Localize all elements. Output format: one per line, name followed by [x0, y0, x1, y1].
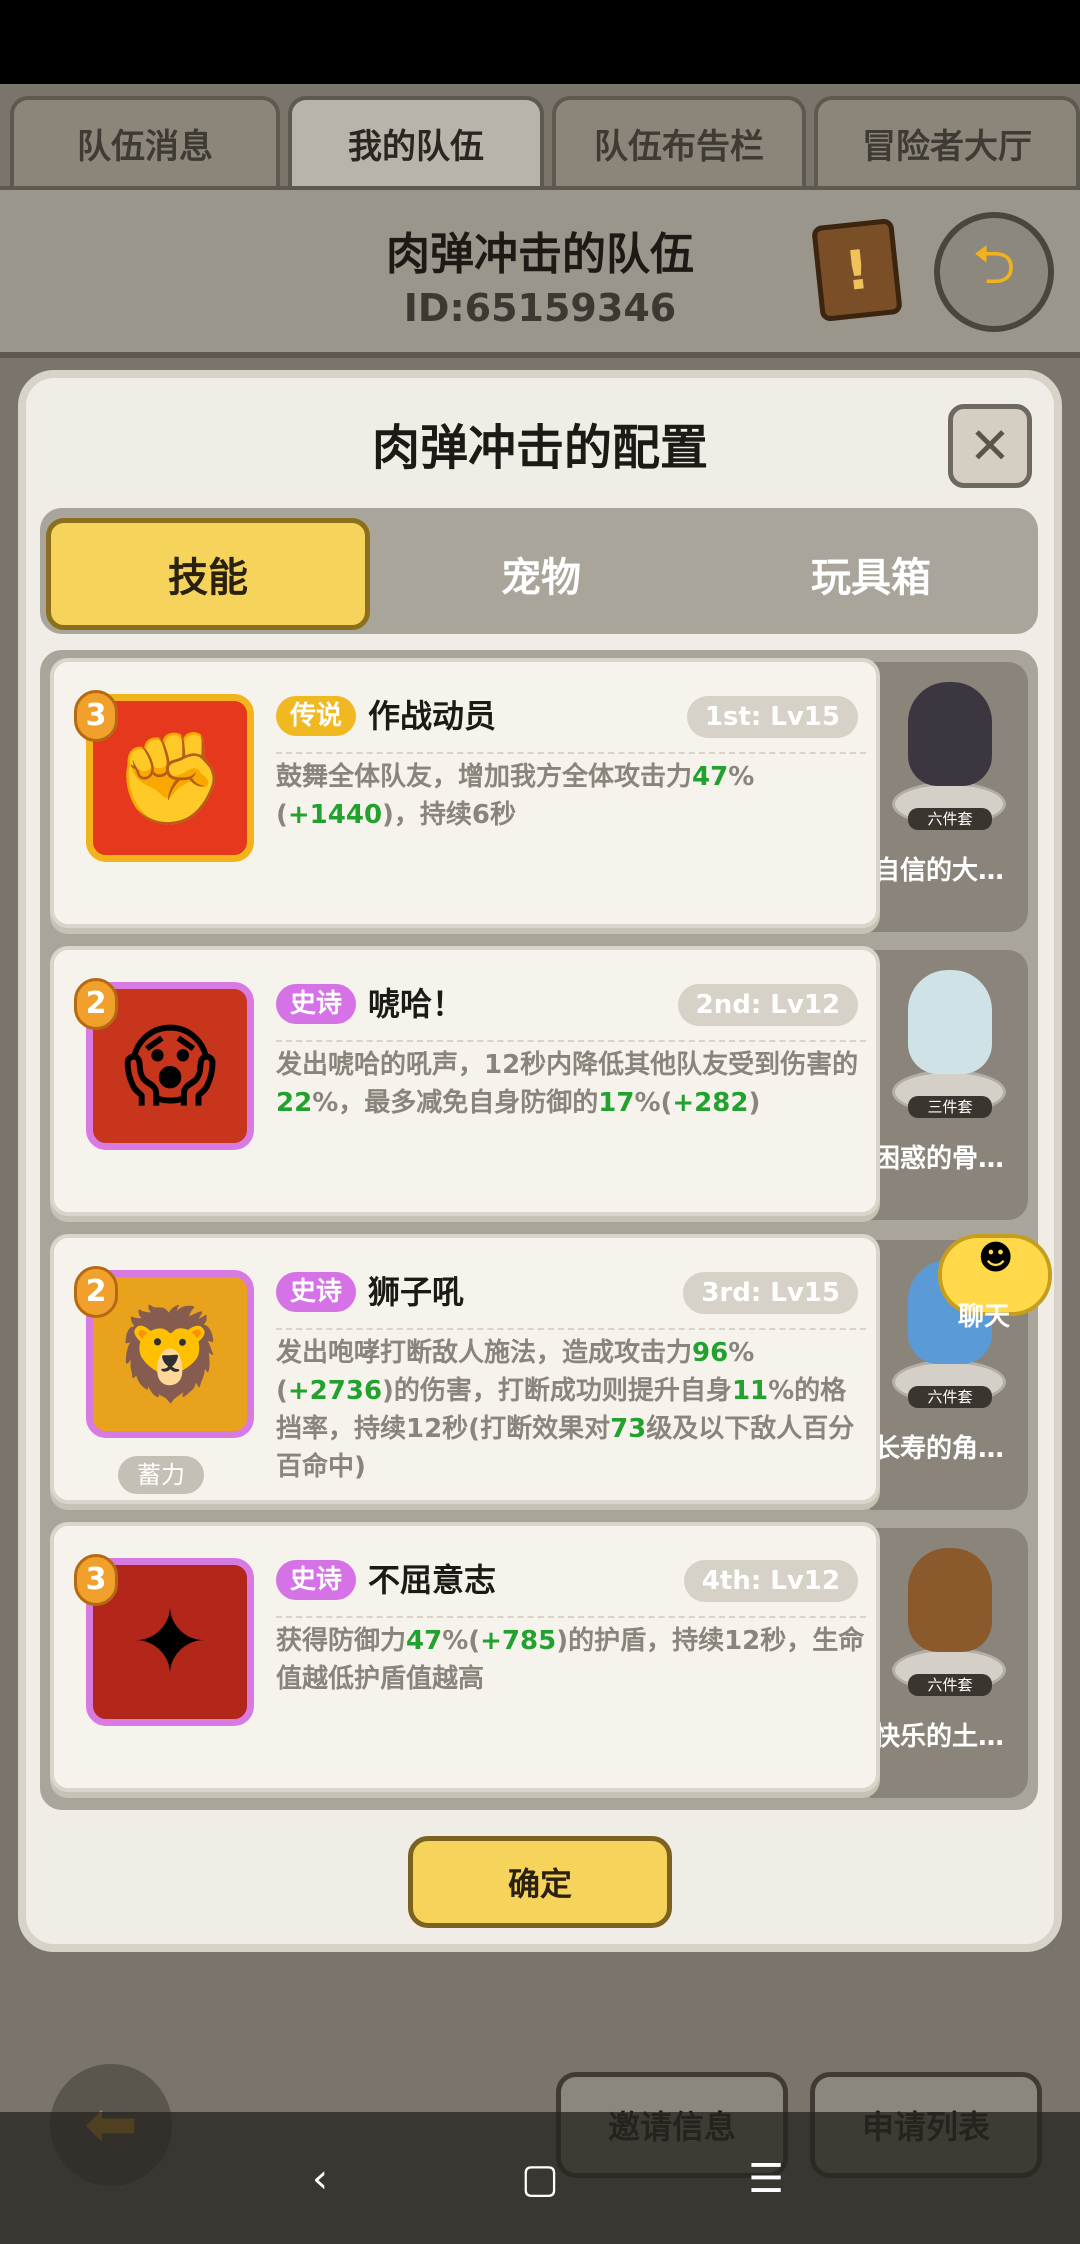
rarity-badge: 史诗 [276, 1272, 357, 1312]
pet-name: 困惑的骨… [874, 1144, 1005, 1174]
skill-level-badge: 2 [74, 1266, 118, 1318]
skill-card-1[interactable]: ✊ 3 传说 作战动员 1st: Lv15 鼓舞全体队友，增加我方全体攻击力47… [50, 658, 880, 928]
skill-level-badge: 3 [74, 1554, 118, 1606]
skill-level-badge: 3 [74, 690, 118, 742]
rarity-badge: 传说 [276, 696, 357, 736]
rarity-badge: 史诗 [276, 984, 357, 1024]
pet-figure [908, 970, 992, 1074]
skill-slot: 2nd: Lv12 [677, 984, 858, 1026]
skill-card-2[interactable]: 😱 2 史诗 唬哈！ 2nd: Lv12 发出唬哈的吼声，12秒内降低其他队友受… [50, 946, 880, 1216]
status-bar [0, 0, 1080, 84]
pet-set-badge: 三件套 [908, 1096, 992, 1118]
skill-slot: 3rd: Lv15 [683, 1272, 858, 1314]
skill-description: 发出唬哈的吼声，12秒内降低其他队友受到伤害的22%，最多减免自身防御的17%(… [276, 1050, 859, 1118]
exit-icon[interactable]: ⮌ [934, 212, 1054, 332]
pet-name: 长寿的角… [874, 1434, 1005, 1464]
pet-set-badge: 六件套 [908, 1386, 992, 1408]
skill-name: 不屈意志 [368, 1561, 497, 1599]
team-id: ID:65159346 [403, 286, 677, 330]
nav-back-icon[interactable]: ‹ [290, 2156, 350, 2202]
team-title: 肉弹冲击的队伍 [386, 229, 694, 280]
skill-description: 获得防御力47%(+785)的护盾，持续12秒，生命值越低护盾值越高 [276, 1626, 865, 1694]
nav-home-icon[interactable]: ▢ [510, 2156, 570, 2202]
skill-name: 唬哈！ [368, 985, 465, 1023]
pet-name: 快乐的土… [874, 1722, 1005, 1752]
skill-name: 狮子吼 [368, 1273, 465, 1311]
tab-my-team[interactable]: 我的队伍 [288, 96, 544, 186]
rarity-badge: 史诗 [276, 1560, 357, 1600]
nav-menu-icon[interactable]: ☰ [736, 2156, 796, 2202]
skill-card-4[interactable]: ✦ 3 史诗 不屈意志 4th: Lv12 获得防御力47%(+785)的护盾，… [50, 1522, 880, 1792]
skill-slot: 4th: Lv12 [683, 1560, 858, 1602]
chat-label[interactable]: 聊天 [958, 1296, 1010, 1333]
tab-team-messages[interactable]: 队伍消息 [10, 96, 280, 186]
tab-skills[interactable]: 技能 [46, 518, 370, 630]
skill-slot: 1st: Lv15 [686, 696, 858, 738]
chat-face-icon: ☻ [978, 1238, 1014, 1278]
pet-set-badge: 六件套 [908, 808, 992, 830]
tab-toybox[interactable]: 玩具箱 [716, 518, 1026, 630]
pet-figure [908, 1548, 992, 1652]
modal-title: 肉弹冲击的配置 [371, 420, 708, 476]
close-icon[interactable]: ✕ [948, 404, 1032, 488]
charge-tag: 蓄力 [118, 1456, 204, 1494]
quest-scroll-icon[interactable]: ! [811, 217, 903, 323]
skill-name: 作战动员 [368, 697, 497, 735]
pet-name: 自信的大… [874, 856, 1005, 886]
skill-level-badge: 2 [74, 978, 118, 1030]
tab-adventurer-hall[interactable]: 冒险者大厅 [814, 96, 1080, 186]
skill-description: 鼓舞全体队友，增加我方全体攻击力47%(+1440)，持续6秒 [276, 762, 755, 830]
pet-set-badge: 六件套 [908, 1674, 992, 1696]
pet-slot-1[interactable]: 六件套 自信的大… [870, 662, 1028, 932]
pet-slot-2[interactable]: 三件套 困惑的骨… [870, 950, 1028, 1220]
skill-description: 发出咆哮打断敌人施法，造成攻击力96%(+2736)的伤害，打断成功则提升自身1… [276, 1338, 855, 1482]
confirm-button[interactable]: 确定 [408, 1836, 672, 1928]
tab-team-board[interactable]: 队伍布告栏 [552, 96, 806, 186]
tab-pets[interactable]: 宠物 [386, 518, 696, 630]
pet-figure [908, 682, 992, 786]
skill-card-3[interactable]: 🦁 2 蓄力 史诗 狮子吼 3rd: Lv15 发出咆哮打断敌人施法，造成攻击力… [50, 1234, 880, 1504]
pet-slot-4[interactable]: 六件套 快乐的土… [870, 1528, 1028, 1798]
